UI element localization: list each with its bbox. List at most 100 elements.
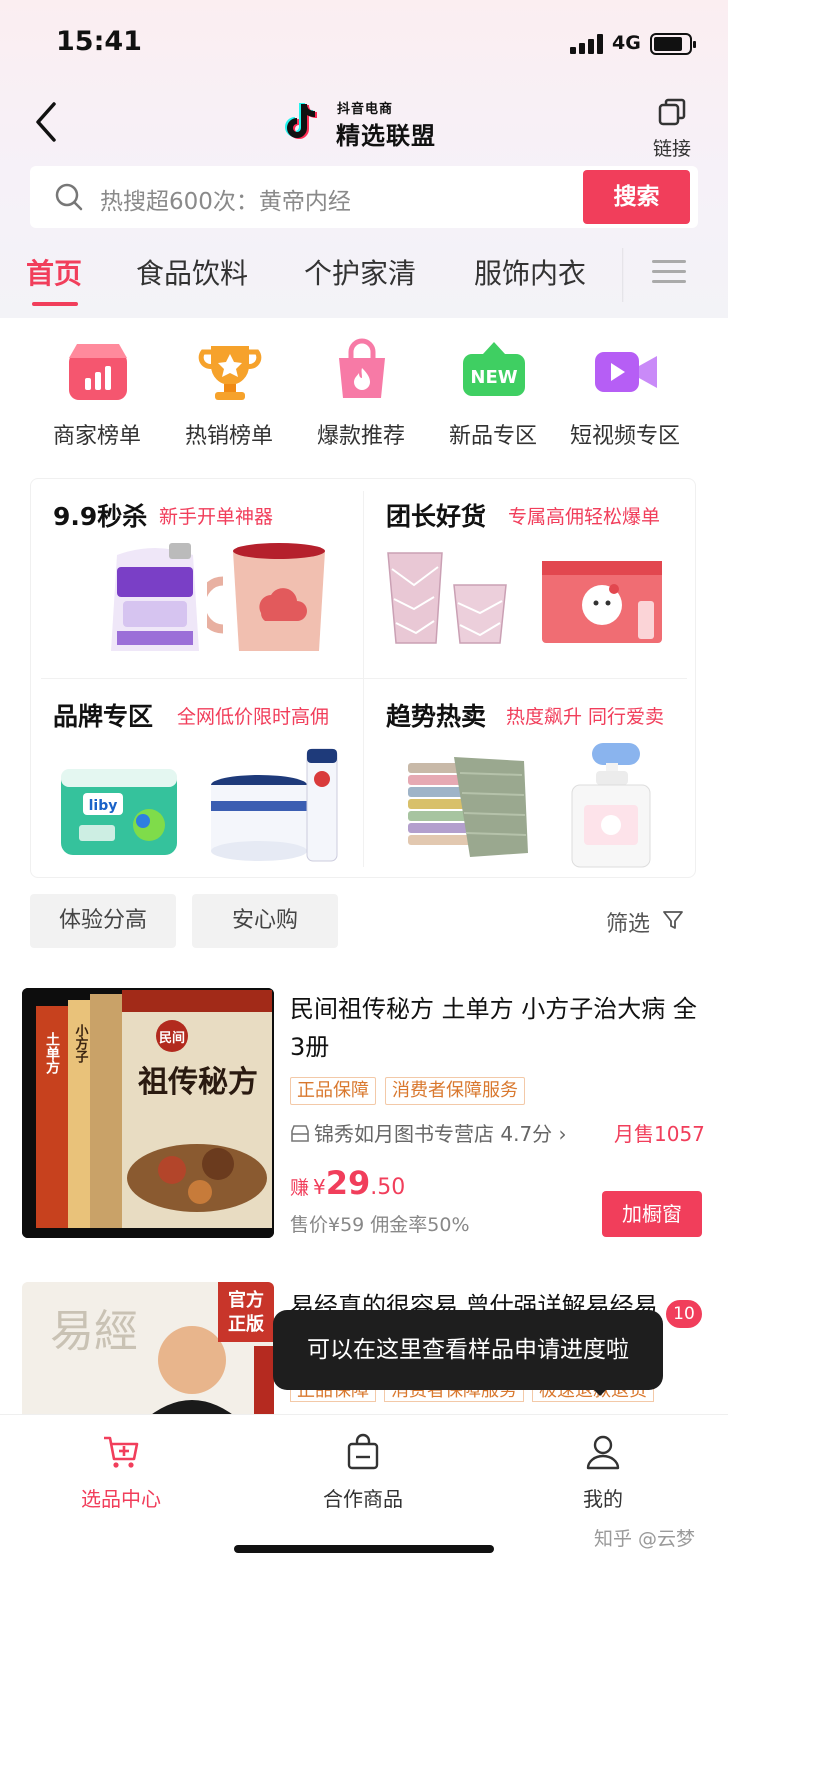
ceramic-mug-image	[207, 543, 325, 651]
filter-chip-experience[interactable]: 体验分高	[30, 894, 176, 948]
tab-personal-care[interactable]: 个护家清	[304, 252, 416, 292]
svg-text:liby: liby	[89, 798, 118, 814]
add-to-showcase-button[interactable]: 加橱窗	[602, 1191, 702, 1237]
filter-label: 筛选	[606, 912, 651, 937]
sample-progress-tooltip: 可以在这里查看样品申请进度啦	[273, 1310, 663, 1390]
promo-subtitle: 热度飙升 同行爱卖	[506, 706, 665, 728]
home-indicator	[234, 1545, 494, 1553]
cover-text: 土单方	[44, 1031, 60, 1075]
active-tab-indicator	[32, 302, 78, 306]
laundry-pods-image: liby	[61, 769, 177, 855]
svg-text:NEW: NEW	[470, 367, 517, 388]
category-new-products[interactable]: NEW 新品专区	[428, 334, 558, 454]
signal-icon	[570, 34, 606, 54]
shopping-bag-icon	[347, 1433, 379, 1470]
promo-grid: 9.9秒杀 新手开单神器 团长好货 专属高佣轻松爆单 品牌专区 全网低价限时高佣…	[30, 478, 696, 878]
tab-food[interactable]: 食品饮料	[136, 252, 248, 292]
cover-badge-text: 官方	[228, 1289, 264, 1311]
nav-selection-center[interactable]: 选品中心	[56, 1425, 186, 1515]
category-label: 短视频专区	[569, 424, 680, 449]
filter-button[interactable]: 筛选	[606, 906, 683, 938]
nav-profile[interactable]: 我的	[538, 1425, 668, 1515]
product-cover-image[interactable]: 易經 官方 正版	[22, 1282, 274, 1422]
foam-soap-image	[571, 743, 651, 868]
category-label: 商家榜单	[52, 424, 141, 449]
tab-home[interactable]: 首页	[26, 252, 82, 292]
trophy-icon	[198, 346, 262, 400]
product-title[interactable]: 民间祖传秘方 土单方 小方子治大病 全3册	[290, 990, 710, 1066]
notification-badge[interactable]: 10	[664, 1298, 704, 1330]
cream-tub-image	[211, 748, 338, 862]
category-label: 爆款推荐	[316, 424, 405, 449]
commission-earning: 赚 ¥29.50	[290, 1164, 405, 1202]
category-shop-ranking[interactable]: 商家榜单	[32, 334, 162, 454]
cover-badge-text: 正版	[228, 1313, 264, 1335]
category-hot-items[interactable]: 爆款推荐	[296, 334, 426, 454]
shop-name: 锦秀如月图书专营店 4.7分	[314, 1122, 553, 1146]
filter-chip-assured[interactable]: 安心购	[192, 894, 338, 948]
product-tag: 消费者保障服务	[385, 1077, 525, 1105]
earn-decimal: .50	[370, 1175, 406, 1200]
nav-label: 选品中心	[81, 1487, 161, 1511]
monthly-sales: 月售1057	[614, 1122, 705, 1146]
promo-trending[interactable]: 趋势热卖 热度飙升 同行爱卖	[364, 679, 697, 879]
new-tag-icon: NEW	[463, 342, 525, 396]
promo-title: 9.9秒杀	[53, 502, 148, 531]
shop-link[interactable]: 锦秀如月图书专营店 4.7分 ›	[290, 1118, 567, 1147]
douyin-logo-icon	[282, 98, 330, 146]
cover-text: 民间	[159, 1030, 185, 1046]
search-icon	[55, 183, 83, 211]
category-hot-sales[interactable]: 热销榜单	[164, 334, 294, 454]
link-label: 链接	[652, 138, 691, 160]
search-bar[interactable]: 热搜超600次：黄帝内经 搜索	[30, 166, 698, 228]
promo-subtitle: 专属高佣轻松爆单	[508, 506, 661, 528]
cover-title: 祖传秘方	[138, 1065, 258, 1100]
promo-title: 品牌专区	[53, 702, 154, 731]
back-icon[interactable]	[28, 98, 68, 146]
price-info: 售价¥59 佣金率50%	[290, 1214, 470, 1236]
shop-ranking-icon	[69, 344, 127, 400]
promo-title: 趋势热卖	[386, 702, 487, 731]
promo-subtitle: 全网低价限时高佣	[177, 706, 330, 728]
product-cover-image[interactable]: 民间 祖传秘方 土单方 小方子	[22, 988, 274, 1238]
shop-icon	[291, 1125, 309, 1142]
product-tag: 正品保障	[290, 1077, 376, 1105]
gift-box-image	[542, 561, 662, 643]
user-icon	[586, 1435, 620, 1470]
category-label: 新品专区	[448, 424, 537, 449]
funnel-icon	[663, 911, 683, 929]
currency-symbol: ¥	[313, 1175, 326, 1199]
promo-flash-sale[interactable]: 9.9秒杀 新手开单神器	[31, 479, 364, 679]
promo-brand-zone[interactable]: 品牌专区 全网低价限时高佣 liby	[31, 679, 364, 879]
category-label: 热销榜单	[184, 424, 273, 449]
cover-text: 小方子	[73, 1024, 89, 1064]
category-tabs: 首页 食品饮料 个护家清 服饰内衣	[0, 246, 728, 316]
chevron-right-icon: ›	[552, 1122, 567, 1146]
promo-title: 团长好货	[386, 502, 487, 531]
network-label: 4G	[612, 32, 641, 54]
search-button[interactable]: 搜索	[583, 170, 690, 224]
nav-cooperation-products[interactable]: 合作商品	[298, 1425, 428, 1515]
promo-leader-picks[interactable]: 团长好货 专属高佣轻松爆单	[364, 479, 697, 679]
earn-amount: 29	[325, 1164, 371, 1202]
detergent-pouch-image	[111, 543, 199, 651]
search-input[interactable]: 热搜超600次：黄帝内经	[100, 182, 351, 216]
cart-plus-icon	[104, 1436, 139, 1468]
status-time: 15:41	[56, 26, 142, 57]
earn-label: 赚	[290, 1177, 310, 1199]
nav-label: 我的	[583, 1487, 623, 1511]
tab-divider	[622, 248, 624, 302]
video-camera-icon	[595, 352, 657, 392]
hot-bag-icon	[339, 338, 385, 398]
brand-title: 精选联盟	[336, 122, 436, 150]
category-short-video[interactable]: 短视频专区	[560, 334, 690, 454]
brand-small-text: 抖音电商	[337, 102, 394, 117]
glass-cups-image	[387, 552, 507, 644]
link-button[interactable]: 链接	[644, 94, 700, 160]
tooltip-arrow	[590, 1386, 610, 1396]
watermark: 知乎 @云梦	[594, 1528, 696, 1550]
tab-apparel[interactable]: 服饰内衣	[474, 252, 586, 292]
menu-icon[interactable]	[652, 256, 688, 288]
towels-stack-image	[408, 757, 528, 857]
copy-link-icon	[658, 98, 686, 126]
